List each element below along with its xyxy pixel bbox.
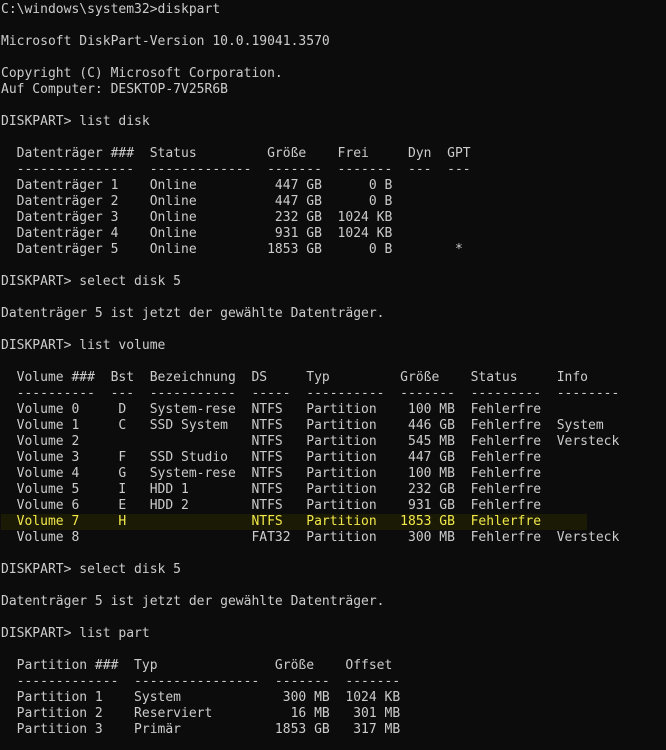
computer-line: Auf Computer: DESKTOP-7V25R6B — [1, 82, 228, 97]
volume-table-row: Volume 1 C SSD System NTFS Partition 446… — [1, 418, 604, 433]
disk-table-row: Datenträger 2 Online 447 GB 0 B — [1, 194, 393, 209]
disk-table-row: Datenträger 3 Online 232 GB 1024 KB — [1, 210, 393, 225]
command-line: DISKPART> list disk — [1, 114, 150, 129]
disk-table-row: Datenträger 1 Online 447 GB 0 B — [1, 178, 393, 193]
prompt-line: C:\windows\system32>diskpart — [1, 2, 221, 17]
version-line: Microsoft DiskPart-Version 10.0.19041.35… — [1, 34, 330, 49]
disk-table-row: Datenträger 4 Online 931 GB 1024 KB — [1, 226, 393, 241]
partition-table-header: Partition ### Typ Größe Offset — [1, 658, 393, 673]
command-line: DISKPART> list part — [1, 626, 150, 641]
volume-table-separator: ---------- --- ----------- ----- -------… — [1, 386, 620, 401]
partition-table-row: Partition 1 System 300 MB 1024 KB — [1, 690, 401, 705]
terminal-window[interactable]: C:\windows\system32>diskpart Microsoft D… — [0, 0, 666, 750]
partition-table-row: Partition 2 Reserviert 16 MB 301 MB — [1, 706, 401, 721]
output-line: Datenträger 5 ist jetzt der gewählte Dat… — [1, 594, 385, 609]
volume-table-row-selected: Volume 7 H NTFS Partition 1853 GB Fehler… — [1, 514, 666, 530]
volume-table-row: Volume 2 NTFS Partition 545 MB Fehlerfre… — [1, 434, 620, 449]
command-line: DISKPART> list volume — [1, 338, 166, 353]
command-line: DISKPART> select disk 5 — [1, 562, 182, 577]
volume-table-row: Volume 6 E HDD 2 NTFS Partition 931 GB F… — [1, 498, 542, 513]
disk-table-separator: --------------- ------------- ------- --… — [1, 162, 471, 177]
volume-table-header: Volume ### Bst Bezeichnung DS Typ Größe … — [1, 370, 588, 385]
volume-table-row: Volume 0 D System-rese NTFS Partition 10… — [1, 402, 542, 417]
volume-table-row: Volume 3 F SSD Studio NTFS Partition 447… — [1, 450, 542, 465]
volume-table-row: Volume 5 I HDD 1 NTFS Partition 232 GB F… — [1, 482, 542, 497]
command-line: DISKPART> select disk 5 — [1, 274, 182, 289]
volume-table-row: Volume 8 FAT32 Partition 300 MB Fehlerfr… — [1, 530, 620, 545]
volume-table-row: Volume 4 G System-rese NTFS Partition 10… — [1, 466, 542, 481]
output-line: Datenträger 5 ist jetzt der gewählte Dat… — [1, 306, 385, 321]
partition-table-row: Partition 3 Primär 1853 GB 317 MB — [1, 722, 401, 737]
partition-table-separator: ------------- ---------------- ------- -… — [1, 674, 401, 689]
copyright-line: Copyright (C) Microsoft Corporation. — [1, 66, 283, 81]
disk-table-header: Datenträger ### Status Größe Frei Dyn GP… — [1, 146, 471, 161]
disk-table-row: Datenträger 5 Online 1853 GB 0 B * — [1, 242, 463, 257]
